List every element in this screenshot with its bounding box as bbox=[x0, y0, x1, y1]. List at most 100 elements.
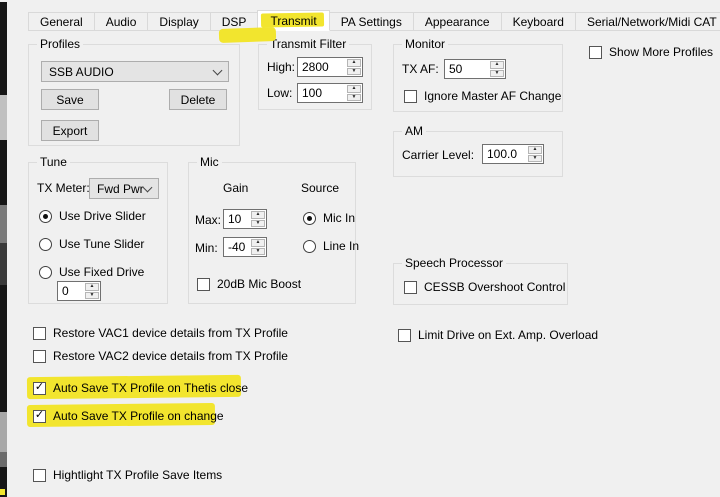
radio-label: Mic In bbox=[323, 211, 355, 225]
source-header: Source bbox=[301, 181, 339, 195]
button-label: Export bbox=[53, 124, 88, 138]
auto-save-close-checkbox-row[interactable]: ✓ Auto Save TX Profile on Thetis close bbox=[33, 381, 248, 395]
checkbox-label: 20dB Mic Boost bbox=[217, 277, 301, 291]
show-more-profiles-checkbox bbox=[589, 46, 602, 59]
tab-display[interactable]: Display bbox=[147, 12, 210, 31]
stepper-buttons: ▲▼ bbox=[346, 58, 362, 76]
line-in-radio bbox=[303, 240, 316, 253]
use-drive-slider-radio-row[interactable]: Use Drive Slider bbox=[39, 209, 146, 223]
tab-label: Keyboard bbox=[513, 15, 564, 29]
line-in-radio-row[interactable]: Line In bbox=[303, 239, 359, 253]
fixed-drive-stepper[interactable]: 0 ▲▼ bbox=[57, 281, 101, 301]
radio-label: Use Tune Slider bbox=[59, 237, 144, 251]
edge-patch bbox=[0, 205, 7, 243]
radio-label: Use Fixed Drive bbox=[59, 265, 144, 279]
tx-meter-select[interactable]: Fwd Pwr bbox=[89, 178, 159, 199]
spinner-up-icon[interactable]: ▲ bbox=[490, 61, 504, 69]
restore-vac2-checkbox bbox=[33, 350, 46, 363]
tx-filter-high-stepper[interactable]: 2800 ▲▼ bbox=[297, 57, 363, 77]
tx-filter-high-value[interactable]: 2800 bbox=[298, 58, 346, 76]
high-label: High: bbox=[267, 60, 295, 74]
highlight-save-items-checkbox-row[interactable]: Hightlight TX Profile Save Items bbox=[33, 468, 222, 482]
fixed-drive-value[interactable]: 0 bbox=[58, 282, 84, 300]
stepper-buttons: ▲▼ bbox=[489, 60, 505, 78]
edge-patch bbox=[0, 489, 5, 495]
tab-label: Display bbox=[159, 15, 198, 29]
gain-header: Gain bbox=[223, 181, 248, 195]
spinner-up-icon[interactable]: ▲ bbox=[85, 283, 99, 291]
edge-patch bbox=[0, 243, 7, 285]
mic-in-radio-row[interactable]: Mic In bbox=[303, 211, 355, 225]
limit-drive-checkbox bbox=[398, 329, 411, 342]
tx-filter-low-stepper[interactable]: 100 ▲▼ bbox=[297, 83, 363, 103]
checkbox-label: Auto Save TX Profile on Thetis close bbox=[53, 381, 248, 395]
limit-drive-checkbox-row[interactable]: Limit Drive on Ext. Amp. Overload bbox=[398, 328, 598, 342]
auto-save-change-checkbox-row[interactable]: ✓ Auto Save TX Profile on change bbox=[33, 409, 224, 423]
export-button[interactable]: Export bbox=[41, 120, 99, 141]
checkbox-label: Ignore Master AF Change bbox=[424, 89, 561, 103]
tab-audio[interactable]: Audio bbox=[94, 12, 149, 31]
carrier-level-value[interactable]: 100.0 bbox=[483, 145, 527, 163]
tx-af-stepper[interactable]: 50 ▲▼ bbox=[444, 59, 506, 79]
button-label: Delete bbox=[181, 93, 216, 107]
tab-general[interactable]: General bbox=[28, 12, 95, 31]
spinner-down-icon[interactable]: ▼ bbox=[85, 292, 99, 300]
restore-vac1-checkbox bbox=[33, 327, 46, 340]
spinner-down-icon[interactable]: ▼ bbox=[528, 155, 542, 163]
ignore-master-af-checkbox-row[interactable]: Ignore Master AF Change bbox=[404, 89, 561, 103]
mic-boost-checkbox-row[interactable]: 20dB Mic Boost bbox=[197, 277, 301, 291]
cessb-overshoot-checkbox-row[interactable]: CESSB Overshoot Control bbox=[404, 280, 565, 294]
show-more-profiles-checkbox-row[interactable]: Show More Profiles bbox=[589, 45, 713, 59]
carrier-level-stepper[interactable]: 100.0 ▲▼ bbox=[482, 144, 544, 164]
tab-pa-settings[interactable]: PA Settings bbox=[329, 12, 414, 31]
profile-select-value: SSB AUDIO bbox=[49, 65, 114, 79]
stepper-buttons: ▲▼ bbox=[250, 238, 266, 256]
spinner-up-icon[interactable]: ▲ bbox=[251, 211, 265, 219]
spinner-down-icon[interactable]: ▼ bbox=[251, 248, 265, 256]
tab-label: General bbox=[40, 15, 83, 29]
carrier-level-label: Carrier Level: bbox=[402, 148, 474, 162]
window-edge-artifact bbox=[0, 2, 7, 497]
stepper-buttons: ▲▼ bbox=[346, 84, 362, 102]
restore-vac1-checkbox-row[interactable]: Restore VAC1 device details from TX Prof… bbox=[33, 326, 288, 340]
mic-gain-min-value[interactable]: -40 bbox=[224, 238, 250, 256]
edge-patch bbox=[0, 452, 7, 467]
edge-patch bbox=[0, 412, 7, 452]
spinner-down-icon[interactable]: ▼ bbox=[347, 94, 361, 102]
spinner-down-icon[interactable]: ▼ bbox=[251, 220, 265, 228]
checkbox-label: CESSB Overshoot Control bbox=[424, 280, 565, 294]
mic-gain-min-stepper[interactable]: -40 ▲▼ bbox=[223, 237, 267, 257]
save-button[interactable]: Save bbox=[41, 89, 99, 110]
spinner-up-icon[interactable]: ▲ bbox=[251, 239, 265, 247]
max-label: Max: bbox=[195, 213, 221, 227]
tx-filter-low-value[interactable]: 100 bbox=[298, 84, 346, 102]
spinner-up-icon[interactable]: ▲ bbox=[347, 59, 361, 67]
group-title: Tune bbox=[37, 155, 70, 170]
min-label: Min: bbox=[195, 241, 218, 255]
use-tune-slider-radio bbox=[39, 238, 52, 251]
mic-group: Mic Gain Source Max: 10 ▲▼ Min: -40 ▲▼ M… bbox=[188, 162, 356, 304]
spinner-down-icon[interactable]: ▼ bbox=[347, 68, 361, 76]
delete-button[interactable]: Delete bbox=[169, 89, 227, 110]
tab-label: Appearance bbox=[425, 15, 490, 29]
spinner-up-icon[interactable]: ▲ bbox=[347, 85, 361, 93]
spinner-up-icon[interactable]: ▲ bbox=[528, 146, 542, 154]
marker-highlight-smear bbox=[219, 27, 276, 43]
tx-af-value[interactable]: 50 bbox=[445, 60, 489, 78]
button-label: Save bbox=[56, 93, 83, 107]
tab-label: Transmit bbox=[270, 14, 316, 28]
restore-vac2-checkbox-row[interactable]: Restore VAC2 device details from TX Prof… bbox=[33, 349, 288, 363]
spinner-down-icon[interactable]: ▼ bbox=[490, 70, 504, 78]
radio-label: Line In bbox=[323, 239, 359, 253]
tab-label: Audio bbox=[106, 15, 137, 29]
mic-gain-max-stepper[interactable]: 10 ▲▼ bbox=[223, 209, 267, 229]
profile-select[interactable]: SSB AUDIO bbox=[41, 61, 229, 82]
tab-appearance[interactable]: Appearance bbox=[413, 12, 502, 31]
use-tune-slider-radio-row[interactable]: Use Tune Slider bbox=[39, 237, 144, 251]
checkbox-label: Show More Profiles bbox=[609, 45, 713, 59]
use-fixed-drive-radio-row[interactable]: Use Fixed Drive bbox=[39, 265, 144, 279]
speech-processor-group: Speech Processor CESSB Overshoot Control bbox=[393, 263, 568, 305]
tab-serial-network-midi-cat[interactable]: Serial/Network/Midi CAT bbox=[575, 12, 720, 31]
mic-gain-max-value[interactable]: 10 bbox=[224, 210, 250, 228]
tab-keyboard[interactable]: Keyboard bbox=[501, 12, 576, 31]
